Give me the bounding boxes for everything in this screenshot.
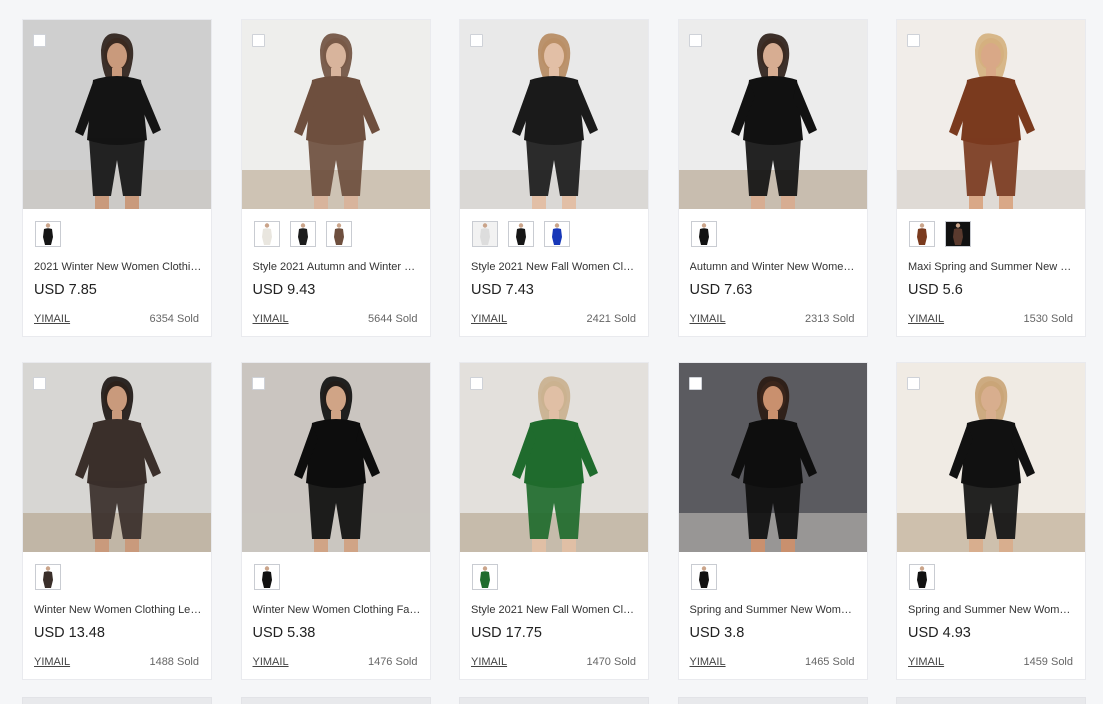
variant-thumbnails: [690, 564, 717, 590]
product-card[interactable]: Style 2021 New Fall Women Clothing... US…: [459, 362, 649, 680]
product-price: USD 17.75: [471, 625, 542, 641]
product-price: USD 9.43: [252, 282, 316, 298]
product-image[interactable]: [897, 20, 1085, 209]
sold-count: 1476 Sold: [367, 656, 418, 668]
product-image[interactable]: [23, 363, 211, 552]
variant-thumbnail[interactable]: [544, 221, 570, 247]
product-title[interactable]: Spring and Summer New Women...: [690, 604, 858, 616]
sold-count: 5644 Sold: [367, 313, 418, 325]
variant-thumbnail[interactable]: [325, 221, 352, 247]
select-checkbox[interactable]: [688, 377, 702, 390]
product-image[interactable]: [241, 363, 430, 552]
product-card[interactable]: Autumn and Winter New Women... USD 7.63 …: [677, 19, 868, 337]
select-checkbox[interactable]: [33, 377, 46, 390]
product-image[interactable]: [897, 363, 1085, 552]
select-checkbox[interactable]: [688, 34, 702, 47]
product-title[interactable]: Style 2021 New Fall Women Clothing...: [471, 261, 639, 273]
product-price: USD 7.63: [689, 282, 753, 298]
variant-thumbnail[interactable]: [35, 221, 61, 247]
product-title[interactable]: Maxi Spring and Summer New Women...: [908, 261, 1076, 273]
select-checkbox[interactable]: [33, 34, 46, 47]
variant-thumbnail[interactable]: [690, 564, 717, 590]
product-title[interactable]: Style 2021 New Fall Women Clothing...: [471, 604, 639, 616]
product-image[interactable]: [460, 363, 648, 552]
product-price: USD 13.48: [34, 625, 105, 641]
seller-link[interactable]: YIMAIL: [34, 656, 70, 668]
seller-link[interactable]: YIMAIL: [908, 656, 944, 668]
product-card[interactable]: Winter New Women Clothing Leather... USD…: [22, 362, 212, 680]
variant-thumbnails: [472, 221, 570, 247]
sold-count: 1470 Sold: [586, 656, 636, 668]
sold-count: 1530 Sold: [1023, 313, 1073, 325]
variant-thumbnail[interactable]: [945, 221, 971, 247]
product-title[interactable]: Autumn and Winter New Women...: [690, 261, 858, 273]
product-image[interactable]: [460, 20, 648, 209]
product-title[interactable]: Winter New Women Clothing Fashion...: [253, 604, 421, 616]
seller-link[interactable]: YIMAIL: [253, 656, 289, 668]
sold-count: 6354 Sold: [149, 313, 199, 325]
variant-thumbnails: [35, 221, 61, 247]
product-title[interactable]: 2021 Winter New Women Clothing Sexy...: [34, 261, 202, 273]
product-image[interactable]: [241, 20, 430, 209]
variant-thumbnail[interactable]: [35, 564, 61, 590]
product-card[interactable]: Spring and Summer New Women... USD 4.93 …: [896, 362, 1086, 680]
select-checkbox[interactable]: [251, 377, 265, 390]
product-title[interactable]: Style 2021 Autumn and Winter New...: [253, 261, 421, 273]
seller-link[interactable]: YIMAIL: [690, 313, 726, 325]
seller-link[interactable]: YIMAIL: [253, 313, 289, 325]
product-price: USD 7.43: [471, 282, 534, 298]
variant-thumbnail[interactable]: [909, 221, 935, 247]
product-card[interactable]: Spring and Summer New Women... USD 3.8 Y…: [677, 362, 868, 680]
seller-link[interactable]: YIMAIL: [908, 313, 944, 325]
variant-thumbnail[interactable]: [690, 221, 717, 247]
select-checkbox[interactable]: [251, 34, 265, 47]
variant-thumbnails: [690, 221, 717, 247]
variant-thumbnails: [253, 221, 352, 247]
product-title[interactable]: Spring and Summer New Women...: [908, 604, 1076, 616]
select-checkbox[interactable]: [907, 34, 920, 47]
variant-thumbnail[interactable]: [253, 221, 280, 247]
product-card[interactable]: Style 2021 Autumn and Winter New... USD …: [240, 19, 431, 337]
product-card[interactable]: 2021 Winter New Women Clothing Sexy... U…: [22, 19, 212, 337]
variant-thumbnail[interactable]: [253, 564, 280, 590]
seller-link[interactable]: YIMAIL: [690, 656, 726, 668]
product-card[interactable]: Maxi Spring and Summer New Women... USD …: [896, 19, 1086, 337]
product-price: USD 5.6: [908, 282, 963, 298]
product-card[interactable]: Winter New Women Clothing Fashion... USD…: [240, 362, 431, 680]
product-grid: 2021 Winter New Women Clothing Sexy... U…: [22, 19, 1086, 680]
product-price: USD 7.85: [34, 282, 97, 298]
seller-link[interactable]: YIMAIL: [471, 656, 507, 668]
product-image[interactable]: [678, 363, 867, 552]
select-checkbox[interactable]: [470, 34, 483, 47]
product-title[interactable]: Winter New Women Clothing Leather...: [34, 604, 202, 616]
variant-thumbnail[interactable]: [909, 564, 935, 590]
variant-thumbnail[interactable]: [508, 221, 534, 247]
variant-thumbnails: [35, 564, 61, 590]
variant-thumbnails: [909, 221, 971, 247]
product-price: USD 4.93: [908, 625, 971, 641]
product-image[interactable]: [678, 20, 867, 209]
product-image[interactable]: [23, 20, 211, 209]
select-checkbox[interactable]: [470, 377, 483, 390]
sold-count: 1465 Sold: [804, 656, 855, 668]
sold-count: 1488 Sold: [149, 656, 199, 668]
variant-thumbnails: [909, 564, 935, 590]
select-checkbox[interactable]: [907, 377, 920, 390]
variant-thumbnails: [472, 564, 498, 590]
variant-thumbnails: [253, 564, 280, 590]
sold-count: 1459 Sold: [1023, 656, 1073, 668]
product-card[interactable]: Style 2021 New Fall Women Clothing... US…: [459, 19, 649, 337]
variant-thumbnail[interactable]: [472, 221, 498, 247]
product-price: USD 3.8: [689, 625, 745, 641]
seller-link[interactable]: YIMAIL: [34, 313, 70, 325]
product-price: USD 5.38: [252, 625, 316, 641]
seller-link[interactable]: YIMAIL: [471, 313, 507, 325]
variant-thumbnail[interactable]: [289, 221, 316, 247]
sold-count: 2421 Sold: [586, 313, 636, 325]
sold-count: 2313 Sold: [804, 313, 855, 325]
variant-thumbnail[interactable]: [472, 564, 498, 590]
